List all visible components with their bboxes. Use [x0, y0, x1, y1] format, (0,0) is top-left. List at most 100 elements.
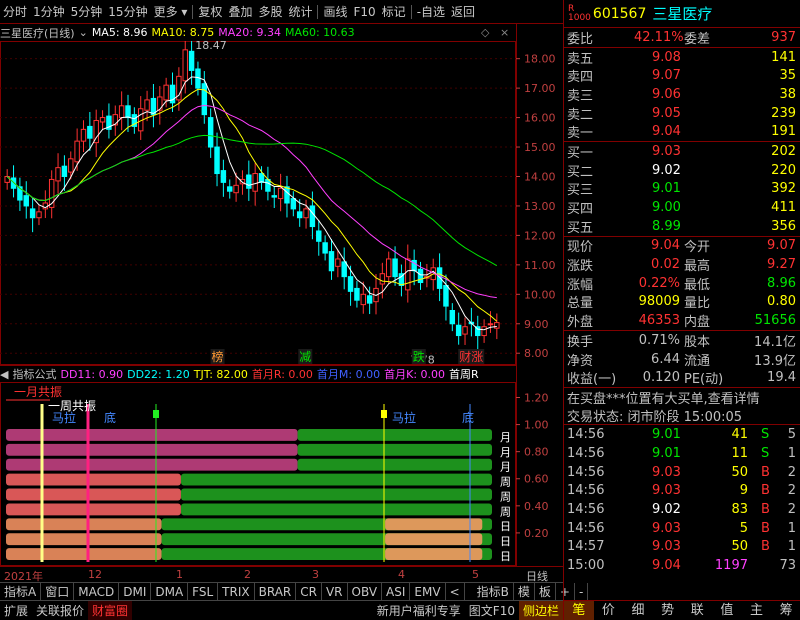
buy-level[interactable]: 买二 9.02 220 [564, 161, 800, 180]
bottom-link[interactable]: 图文F10 [465, 601, 519, 620]
sell-level[interactable]: 卖四 9.07 35 [564, 66, 800, 85]
stat-label: PE(动) [684, 372, 724, 388]
indicator-tab[interactable]: BRAR [255, 582, 297, 601]
indicator-tab[interactable]: 模 [514, 582, 535, 601]
quote-tab[interactable]: 价 [594, 601, 624, 620]
indicator-tab[interactable]: TRIX [218, 582, 255, 601]
tick-row[interactable]: 14:57 9.03 50 B 1 [564, 538, 800, 557]
indicator-tab[interactable]: ASI [382, 582, 411, 601]
indicator-tab[interactable]: 板 [535, 582, 556, 601]
toolbar-item[interactable]: 多股 [255, 0, 285, 24]
indicator-tab[interactable]: FSL [188, 582, 219, 601]
resonance-row [6, 458, 492, 471]
quote-tab[interactable]: 主 [742, 601, 772, 620]
candle [354, 281, 360, 308]
event-marker[interactable]: 榜 [212, 349, 224, 364]
resonance-row-label: 月 [500, 431, 511, 444]
tick-time: 15:00 [567, 558, 605, 574]
indicator-tick: 0.80 [524, 446, 549, 459]
toolbar-item[interactable]: 统计 [285, 0, 315, 24]
sell-level[interactable]: 卖三 9.06 38 [564, 85, 800, 104]
sell-level[interactable]: 卖一 9.04 191 [564, 122, 800, 141]
tick-row[interactable]: 14:56 9.01 11 S 1 [564, 444, 800, 463]
quote-tab[interactable]: 筹 [771, 601, 800, 620]
weidiff-value: 937 [771, 29, 796, 45]
bottom-link[interactable]: 扩展 [0, 601, 32, 620]
stat-row[interactable]: 现价 9.04 今开 9.07 [564, 237, 800, 255]
quote-tab[interactable]: 笔 [564, 601, 594, 620]
bottom-link[interactable]: 关联报价 [32, 601, 88, 620]
sell-level[interactable]: 卖二 9.05 239 [564, 104, 800, 123]
toolbar-item[interactable]: 1分钟 [30, 0, 68, 24]
stat-row[interactable]: 换手 0.71% 股本 14.1亿 [564, 331, 800, 350]
stat-row[interactable]: 涨幅 0.22% 最低 8.96 [564, 274, 800, 293]
toolbar-item[interactable]: 5分钟 [68, 0, 106, 24]
indicator-tab[interactable]: VR [322, 582, 348, 601]
tick-volume: 11 [731, 445, 748, 461]
toolbar-item[interactable]: 画线 [320, 0, 350, 24]
tick-row[interactable]: 14:56 9.03 5 B 1 [564, 519, 800, 538]
quote-tab[interactable]: 联 [683, 601, 713, 620]
stat-row[interactable]: 收益(一) 0.120 PE(动) 19.4 [564, 368, 800, 387]
toolbar-item[interactable]: 返回 [448, 0, 478, 24]
sell-level[interactable]: 卖五 9.08 141 [564, 48, 800, 67]
chevron-left-icon[interactable]: ◀ [0, 368, 8, 381]
buy-level[interactable]: 买四 9.00 411 [564, 198, 800, 217]
tick-volume: 5 [739, 520, 748, 536]
quote-tab[interactable]: 细 [623, 601, 653, 620]
resonance-row-label: 日 [500, 550, 511, 563]
toolbar-item[interactable]: 分时 [0, 0, 30, 24]
stat-row[interactable]: 净资 6.44 流通 13.9亿 [564, 350, 800, 369]
indicator-tab[interactable]: 指标A [0, 582, 42, 601]
stat-row[interactable]: 总量 98009 量比 0.80 [564, 293, 800, 311]
indicator-tab[interactable]: EMV [410, 582, 446, 601]
indicator-tab[interactable]: OBV [348, 582, 383, 601]
stat-row[interactable]: 外盘 46353 内盘 51656 [564, 311, 800, 330]
event-marker[interactable]: 减 [299, 350, 311, 364]
tick-row[interactable]: 14:56 9.03 50 B 2 [564, 463, 800, 482]
toolbar-item[interactable]: 15分钟 [105, 0, 150, 24]
indicator-tab[interactable]: 窗口 [41, 582, 75, 601]
close-icon[interactable]: × [500, 26, 509, 39]
bottom-link[interactable]: 财富圈 [88, 600, 133, 620]
indicator-tab[interactable]: DMI [119, 582, 152, 601]
quote-tab[interactable]: 势 [653, 601, 683, 620]
indicator-tab[interactable]: CR [296, 582, 322, 601]
toolbar-item[interactable]: 标记 [379, 0, 409, 24]
indicator-tab[interactable]: 指标B [473, 582, 514, 601]
tick-row[interactable]: 14:56 9.01 41 S 5 [564, 425, 800, 444]
toolbar-item[interactable]: 更多 ▾ [151, 0, 191, 24]
tick-row[interactable]: 15:00 9.04 1197 73 [564, 556, 800, 575]
candle [207, 108, 214, 158]
stat-label: 外盘 [567, 315, 594, 331]
kline-chart[interactable]: 18.477.78榜减跌财涨 [0, 41, 516, 365]
big-order-message[interactable]: 在买盘***位置有大买单,查看详情 [564, 388, 800, 407]
chevron-down-icon[interactable]: ⌄ [79, 26, 88, 39]
toolbar-item[interactable]: -自选 [414, 0, 448, 24]
toolbar-item[interactable]: 叠加 [225, 0, 255, 24]
price-tick: 10.00 [524, 288, 556, 301]
bottom-link[interactable]: 侧边栏 [518, 600, 563, 620]
event-marker[interactable]: 跌 [413, 349, 425, 364]
indicator-tab[interactable]: DMA [151, 582, 189, 601]
event-marker[interactable]: 财涨 [459, 349, 483, 364]
buy-level[interactable]: 买五 8.99 356 [564, 217, 800, 236]
indicator-chart[interactable]: 月月月周周周日日日一月共振一周共振马拉底马拉底 [0, 382, 516, 566]
buy-level[interactable]: 买三 9.01 392 [564, 180, 800, 198]
candle [316, 220, 322, 256]
indicator-tab[interactable]: MACD [74, 582, 120, 601]
candle [118, 91, 125, 131]
stat-label: 内盘 [684, 315, 711, 331]
diamond-icon[interactable]: ◇ [481, 26, 489, 39]
toolbar-item[interactable]: F10 [351, 0, 379, 24]
tick-row[interactable]: 14:56 9.02 83 B 2 [564, 500, 800, 519]
quote-tab[interactable]: 值 [712, 601, 742, 620]
toolbar-item[interactable]: 复权 [195, 0, 225, 24]
weibi-line[interactable]: 委比 42.11% 委差 937 [564, 28, 800, 47]
quote-header: R 1000 601567 三星医疗 [564, 0, 800, 28]
tick-row[interactable]: 14:56 9.03 9 B 2 [564, 482, 800, 501]
indicator-tab[interactable]: < [446, 582, 465, 601]
buy-level[interactable]: 买一 9.03 202 [564, 142, 800, 161]
stat-row[interactable]: 涨跌 0.02 最高 9.27 [564, 255, 800, 274]
bottom-link[interactable]: 新用户福利专享 [373, 601, 465, 620]
